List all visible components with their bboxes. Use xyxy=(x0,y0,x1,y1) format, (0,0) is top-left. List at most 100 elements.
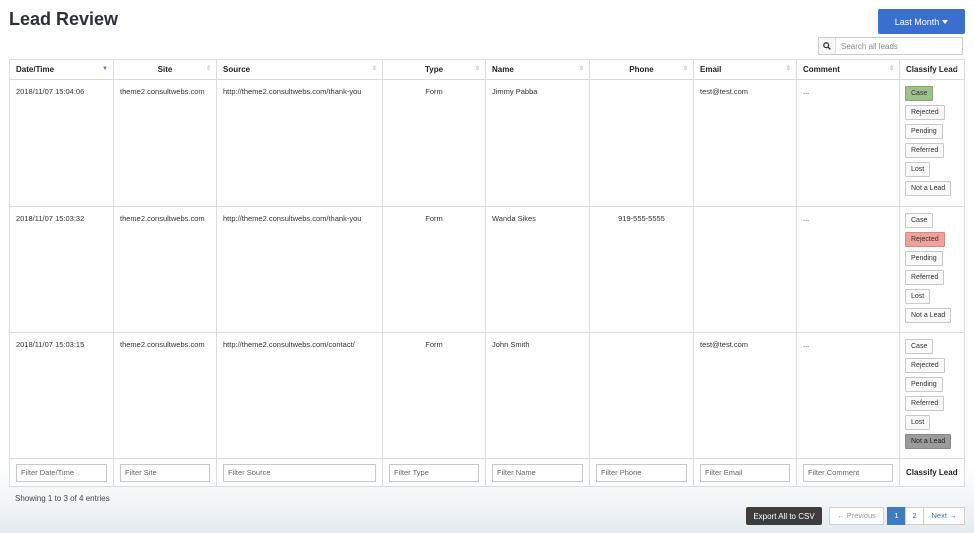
period-dropdown-button[interactable]: Last Month xyxy=(878,9,965,34)
filter-phone-input[interactable] xyxy=(596,463,687,482)
pagination-page-2[interactable]: 2 xyxy=(905,507,924,525)
pagination: ← Previous 1 2 Next → xyxy=(829,507,965,525)
cell-comment[interactable]: ... xyxy=(796,206,900,333)
cell-name: Wanda Sikes xyxy=(485,206,590,333)
classify-rejected-button[interactable]: Rejected xyxy=(905,105,945,120)
classify-lost-button[interactable]: Lost xyxy=(905,289,931,304)
column-header-label: Site xyxy=(157,65,173,74)
cell-name: John Smith xyxy=(485,332,590,459)
column-header-label: Comment xyxy=(803,65,840,74)
pagination-page-1[interactable]: 1 xyxy=(887,507,906,525)
cell-source: http://theme2.consultwebs.com/contact/ xyxy=(216,332,383,459)
cell-site: theme2.consultwebs.com xyxy=(113,79,217,207)
filter-comment-input[interactable] xyxy=(803,463,893,482)
export-csv-button[interactable]: Export All to CSV xyxy=(746,507,822,525)
search-input[interactable] xyxy=(836,38,962,54)
classify-rejected-button[interactable]: Rejected xyxy=(905,358,945,373)
filter-email-input[interactable] xyxy=(700,463,790,482)
cell-classify: Case Rejected Pending Referred Lost Not … xyxy=(899,206,965,333)
page-title: Lead Review xyxy=(9,9,119,29)
column-header-type[interactable]: Type ⇳ xyxy=(382,59,486,80)
column-header-label: Type xyxy=(424,65,444,74)
sort-icon: ⇳ xyxy=(205,66,211,72)
column-header-comment[interactable]: Comment ⇳ xyxy=(796,59,900,80)
classify-case-button[interactable]: Case xyxy=(905,213,934,228)
cell-type: Form xyxy=(382,79,486,207)
cell-site: theme2.consultwebs.com xyxy=(113,206,217,333)
classify-lost-button[interactable]: Lost xyxy=(905,162,931,177)
filter-name-input[interactable] xyxy=(492,463,583,482)
classify-referred-button[interactable]: Referred xyxy=(905,270,945,285)
classify-pending-button[interactable]: Pending xyxy=(905,377,943,392)
classify-lost-button[interactable]: Lost xyxy=(905,415,931,430)
filter-cell xyxy=(796,458,900,487)
filter-cell xyxy=(9,458,114,487)
filter-source-input[interactable] xyxy=(223,463,376,482)
cell-type: Form xyxy=(382,332,486,459)
cell-comment[interactable]: ... xyxy=(796,332,900,459)
sort-icon: ⇳ xyxy=(785,66,791,72)
sort-icon: ⇳ xyxy=(474,66,480,72)
classify-case-button[interactable]: Case xyxy=(905,339,934,354)
column-header-phone[interactable]: Phone ⇳ xyxy=(589,59,694,80)
classify-not-a-lead-button[interactable]: Not a Lead xyxy=(905,181,952,196)
classify-referred-button[interactable]: Referred xyxy=(905,396,945,411)
table-row: 2018/11/07 15:04:06 theme2.consultwebs.c… xyxy=(9,79,965,207)
filter-row: Classify Lead xyxy=(9,458,965,487)
search-icon xyxy=(819,38,836,54)
cell-source: http://theme2.consultwebs.com/thank-you xyxy=(216,79,383,207)
sort-icon: ⇳ xyxy=(953,66,959,72)
filter-cell xyxy=(589,458,694,487)
filter-type-input[interactable] xyxy=(389,463,479,482)
filter-cell xyxy=(693,458,797,487)
cell-datetime: 2018/11/07 15:03:15 xyxy=(9,332,114,459)
footer-classify-label: Classify Lead xyxy=(899,458,965,487)
classify-not-a-lead-button[interactable]: Not a Lead xyxy=(905,434,952,449)
cell-email xyxy=(693,206,797,333)
cell-phone: 919-555-5555 xyxy=(589,206,694,333)
period-dropdown-label: Last Month xyxy=(894,16,940,27)
cell-classify: Case Rejected Pending Referred Lost Not … xyxy=(899,332,965,459)
pagination-next[interactable]: Next → xyxy=(923,507,965,525)
cell-classify: Case Rejected Pending Referred Lost Not … xyxy=(899,79,965,207)
classify-not-a-lead-button[interactable]: Not a Lead xyxy=(905,308,952,323)
search-box xyxy=(818,37,963,55)
table-header-row: Date/Time ▼ Site ⇳ Source ⇳ Type ⇳ Name xyxy=(9,59,965,80)
cell-comment[interactable]: ... xyxy=(796,79,900,207)
column-header-label: Email xyxy=(700,65,722,74)
column-header-name[interactable]: Name ⇳ xyxy=(485,59,590,80)
column-header-label: Classify Lead xyxy=(906,65,958,74)
cell-type: Form xyxy=(382,206,486,333)
sort-icon: ⇳ xyxy=(578,66,584,72)
sort-desc-icon: ▼ xyxy=(102,66,108,72)
column-header-datetime[interactable]: Date/Time ▼ xyxy=(9,59,114,80)
sort-icon: ⇳ xyxy=(682,66,688,72)
classify-case-button[interactable]: Case xyxy=(905,86,934,101)
cell-datetime: 2018/11/07 15:03:32 xyxy=(9,206,114,333)
filter-datetime-input[interactable] xyxy=(16,463,107,482)
column-header-site[interactable]: Site ⇳ xyxy=(113,59,217,80)
classify-pending-button[interactable]: Pending xyxy=(905,124,943,139)
filter-site-input[interactable] xyxy=(120,463,210,482)
lead-review-page: Lead Review Last Month Date/Time ▼ xyxy=(0,0,974,533)
pagination-previous[interactable]: ← Previous xyxy=(829,507,884,525)
column-header-email[interactable]: Email ⇳ xyxy=(693,59,797,80)
column-header-label: Source xyxy=(223,65,251,74)
classify-referred-button[interactable]: Referred xyxy=(905,143,945,158)
leads-table: Date/Time ▼ Site ⇳ Source ⇳ Type ⇳ Name xyxy=(9,59,965,487)
filter-cell xyxy=(382,458,486,487)
sort-icon: ⇳ xyxy=(888,66,894,72)
table-row: 2018/11/07 15:03:15 theme2.consultwebs.c… xyxy=(9,332,965,459)
column-header-label: Phone xyxy=(629,65,654,74)
filter-cell xyxy=(216,458,383,487)
cell-phone xyxy=(589,332,694,459)
column-header-classify[interactable]: Classify Lead ⇳ xyxy=(899,59,965,80)
classify-pending-button[interactable]: Pending xyxy=(905,251,943,266)
column-header-label: Date/Time xyxy=(16,65,55,74)
cell-name: Jimmy Pabba xyxy=(485,79,590,207)
entries-info: Showing 1 to 3 of 4 entries xyxy=(15,494,110,503)
column-header-source[interactable]: Source ⇳ xyxy=(216,59,383,80)
cell-phone xyxy=(589,79,694,207)
cell-email: test@test.com xyxy=(693,79,797,207)
classify-rejected-button[interactable]: Rejected xyxy=(905,232,945,247)
